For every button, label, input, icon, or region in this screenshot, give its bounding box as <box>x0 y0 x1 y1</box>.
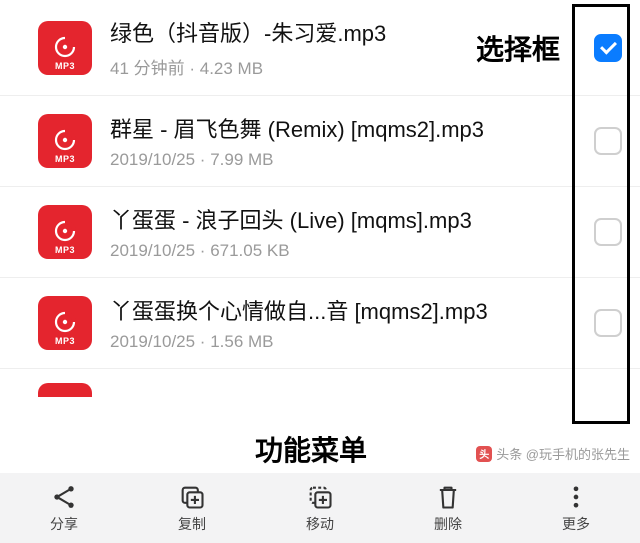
file-title: 丫蛋蛋 - 浪子回头 (Live) [mqms].mp3 <box>110 203 576 235</box>
watermark-logo-icon: 头 <box>476 446 492 462</box>
watermark-text: 头条 @玩手机的张先生 <box>496 444 630 463</box>
file-type-label: MP3 <box>55 245 75 255</box>
annotation-menu-label: 功能菜单 <box>255 429 367 469</box>
bottom-toolbar: 分享 复制 移动 删除 更多 <box>0 473 640 543</box>
file-meta: 2019/10/25 · 671.05 KB <box>110 241 576 261</box>
delete-label: 删除 <box>434 514 462 534</box>
more-icon <box>562 483 590 511</box>
checkbox[interactable] <box>594 309 622 337</box>
share-button[interactable]: 分享 <box>0 473 128 543</box>
more-label: 更多 <box>562 514 590 534</box>
file-text: 丫蛋蛋换个心情做自...音 [mqms2].mp3 2019/10/25 · 1… <box>110 294 576 352</box>
mp3-icon: MP3 <box>38 114 92 168</box>
file-row-partial <box>0 369 640 397</box>
file-row[interactable]: MP3 绿色（抖音版）-朱习爱.mp3 41 分钟前 · 4.23 MB <box>0 0 640 96</box>
trash-icon <box>434 483 462 511</box>
file-text: 绿色（抖音版）-朱习爱.mp3 41 分钟前 · 4.23 MB <box>110 16 576 79</box>
file-title: 丫蛋蛋换个心情做自...音 [mqms2].mp3 <box>110 294 576 326</box>
share-label: 分享 <box>50 514 78 534</box>
file-row[interactable]: MP3 群星 - 眉飞色舞 (Remix) [mqms2].mp3 2019/1… <box>0 96 640 187</box>
file-type-label: MP3 <box>55 336 75 346</box>
mp3-icon: MP3 <box>38 21 92 75</box>
mp3-icon: MP3 <box>38 296 92 350</box>
file-meta: 2019/10/25 · 7.99 MB <box>110 150 576 170</box>
file-title: 群星 - 眉飞色舞 (Remix) [mqms2].mp3 <box>110 112 576 144</box>
copy-label: 复制 <box>178 514 206 534</box>
file-type-label: MP3 <box>55 154 75 164</box>
copy-icon <box>178 483 206 511</box>
mp3-icon <box>38 383 92 397</box>
file-type-label: MP3 <box>55 61 75 71</box>
checkbox[interactable] <box>594 127 622 155</box>
mp3-icon: MP3 <box>38 205 92 259</box>
move-button[interactable]: 移动 <box>256 473 384 543</box>
more-button[interactable]: 更多 <box>512 473 640 543</box>
move-label: 移动 <box>306 514 334 534</box>
file-meta: 41 分钟前 · 4.23 MB <box>110 54 576 79</box>
file-text: 群星 - 眉飞色舞 (Remix) [mqms2].mp3 2019/10/25… <box>110 112 576 170</box>
file-row[interactable]: MP3 丫蛋蛋换个心情做自...音 [mqms2].mp3 2019/10/25… <box>0 278 640 369</box>
checkbox[interactable] <box>594 218 622 246</box>
watermark: 头 头条 @玩手机的张先生 <box>476 444 630 463</box>
copy-button[interactable]: 复制 <box>128 473 256 543</box>
share-icon <box>50 483 78 511</box>
file-title: 绿色（抖音版）-朱习爱.mp3 <box>110 16 576 48</box>
checkbox[interactable] <box>594 34 622 62</box>
file-row[interactable]: MP3 丫蛋蛋 - 浪子回头 (Live) [mqms].mp3 2019/10… <box>0 187 640 278</box>
file-text: 丫蛋蛋 - 浪子回头 (Live) [mqms].mp3 2019/10/25 … <box>110 203 576 261</box>
delete-button[interactable]: 删除 <box>384 473 512 543</box>
file-list: MP3 绿色（抖音版）-朱习爱.mp3 41 分钟前 · 4.23 MB MP3… <box>0 0 640 397</box>
move-icon <box>306 483 334 511</box>
file-meta: 2019/10/25 · 1.56 MB <box>110 332 576 352</box>
